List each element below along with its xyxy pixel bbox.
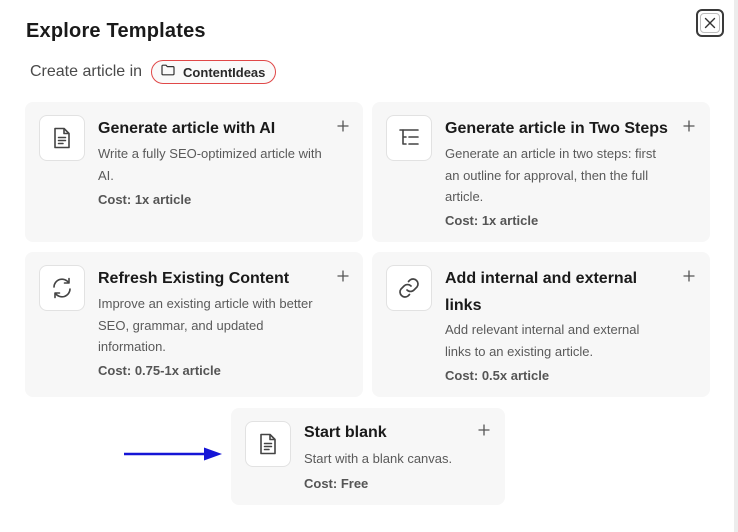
plus-icon[interactable] (682, 119, 696, 133)
card-title: Start blank (304, 424, 387, 441)
folder-name: ContentIdeas (183, 64, 266, 80)
template-card-two-steps[interactable]: Generate article in Two Steps Generate a… (372, 102, 710, 242)
template-card-add-links[interactable]: Add internal and external links Add rele… (372, 252, 710, 397)
card-description: Improve an existing article with better … (98, 296, 313, 354)
close-button[interactable] (696, 9, 724, 37)
document-icon (39, 115, 85, 161)
explore-templates-modal: Explore Templates Create article in Cont… (0, 0, 738, 532)
link-icon (386, 265, 432, 311)
template-card-refresh-content[interactable]: Refresh Existing Content Improve an exis… (25, 252, 363, 397)
refresh-icon (39, 265, 85, 311)
plus-icon[interactable] (682, 269, 696, 283)
card-title: Add internal and external links (445, 270, 638, 314)
card-title: Generate article in Two Steps (445, 120, 668, 137)
card-cost: Cost: 0.75-1x article (98, 363, 221, 378)
plus-icon[interactable] (477, 423, 491, 437)
card-cost: Cost: 1x article (98, 192, 192, 207)
close-icon (700, 13, 720, 33)
card-description: Add relevant internal and external links… (445, 322, 640, 359)
folder-icon (161, 63, 175, 81)
card-description: Generate an article in two steps: first … (445, 146, 656, 204)
card-title: Refresh Existing Content (98, 270, 290, 287)
card-cost: Cost: Free (304, 476, 369, 491)
plus-icon[interactable] (336, 269, 350, 283)
folder-selector-chip[interactable]: ContentIdeas (151, 60, 277, 84)
template-card-generate-article-ai[interactable]: Generate article with AI Write a fully S… (25, 102, 363, 242)
scrollbar-track (734, 0, 738, 532)
plus-icon[interactable] (336, 119, 350, 133)
document-icon (245, 421, 291, 467)
modal-title: Explore Templates (26, 20, 206, 42)
arrow-icon (124, 446, 224, 467)
card-cost: Cost: 0.5x article (445, 368, 550, 383)
card-cost: Cost: 1x article (445, 213, 539, 228)
card-description: Write a fully SEO-optimized article with… (98, 146, 322, 183)
create-article-label: Create article in (30, 63, 143, 80)
create-article-in-row: Create article in ContentIdeas (30, 60, 277, 84)
outline-icon (386, 115, 432, 161)
card-title: Generate article with AI (98, 120, 276, 137)
template-card-start-blank[interactable]: Start blank Start with a blank canvas. C… (231, 408, 505, 505)
card-description: Start with a blank canvas. (304, 451, 453, 466)
